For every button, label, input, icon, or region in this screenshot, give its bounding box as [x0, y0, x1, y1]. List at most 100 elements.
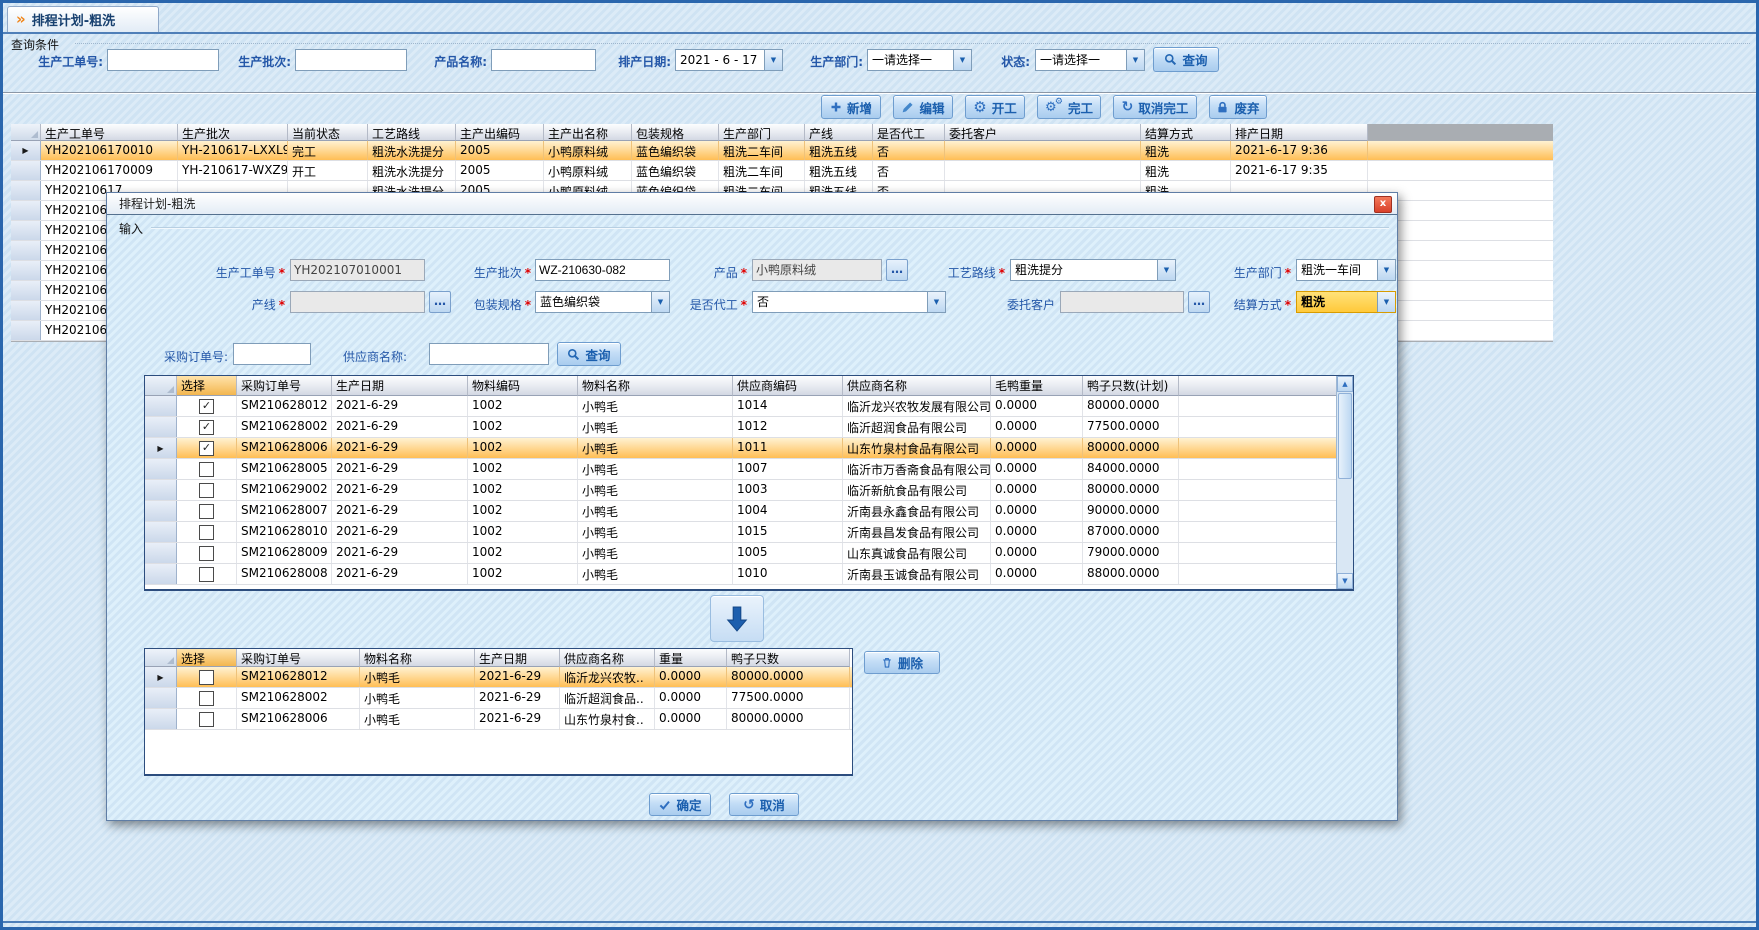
row-selector[interactable]: [11, 221, 41, 240]
column-header[interactable]: 结算方式: [1141, 124, 1231, 141]
tab-scheduling-plan[interactable]: » 排程计划-粗洗: [7, 6, 159, 32]
schedule-date-combo[interactable]: 2021 - 6 - 17 ▼: [675, 49, 783, 71]
edit-button[interactable]: 编辑: [893, 95, 953, 119]
column-header[interactable]: 生产批次: [178, 124, 288, 141]
row-selector[interactable]: [11, 321, 41, 340]
row-checkbox[interactable]: [199, 670, 214, 685]
dept-filter-combo[interactable]: 一请选择一 ▼: [867, 49, 972, 71]
row-selector[interactable]: [145, 459, 177, 479]
column-header[interactable]: 选择: [177, 649, 237, 667]
dialog-titlebar[interactable]: 排程计划-粗洗: [107, 193, 1397, 215]
dialog-query-button[interactable]: 查询: [557, 342, 621, 366]
column-header[interactable]: 采购订单号: [237, 376, 332, 396]
column-header[interactable]: 鸭子只数: [727, 649, 850, 667]
row-checkbox[interactable]: [199, 567, 214, 582]
row-selector[interactable]: [11, 201, 41, 220]
discard-button[interactable]: 废弃: [1209, 95, 1267, 119]
close-icon[interactable]: x: [1374, 196, 1392, 213]
row-checkbox[interactable]: [199, 525, 214, 540]
column-header[interactable]: 主产出编码: [456, 124, 544, 141]
column-header[interactable]: 排产日期: [1231, 124, 1368, 141]
select-all-corner[interactable]: [11, 124, 41, 141]
query-button[interactable]: 查询: [1153, 47, 1219, 72]
row-selector[interactable]: ▶: [145, 438, 177, 458]
row-selector[interactable]: [11, 181, 41, 200]
table-row[interactable]: SM2106280102021-6-291002小鸭毛1015沂南县昌发食品有限…: [145, 522, 1336, 543]
table-row[interactable]: ✓SM2106280122021-6-291002小鸭毛1014临沂龙兴农牧发展…: [145, 396, 1336, 417]
table-row[interactable]: ▶✓SM2106280062021-6-291002小鸭毛1011山东竹泉村食品…: [145, 438, 1336, 459]
row-checkbox[interactable]: [199, 483, 214, 498]
row-selector[interactable]: [11, 301, 41, 320]
dlg-route-combo[interactable]: 粗洗提分 ▼: [1010, 259, 1176, 281]
column-header[interactable]: 选择: [177, 376, 237, 396]
chevron-down-icon[interactable]: ▼: [1377, 260, 1395, 280]
column-header[interactable]: 生产日期: [332, 376, 468, 396]
dlg-batch-input[interactable]: [535, 259, 670, 281]
select-all-corner[interactable]: [145, 649, 177, 667]
batch-input[interactable]: [295, 49, 407, 71]
column-header[interactable]: 采购订单号: [237, 649, 360, 667]
row-checkbox[interactable]: [199, 462, 214, 477]
column-header[interactable]: 当前状态: [288, 124, 368, 141]
cancel-button[interactable]: ↺ 取消: [729, 793, 799, 816]
row-selector[interactable]: [145, 564, 177, 584]
product-name-input[interactable]: [491, 49, 596, 71]
scroll-up-icon[interactable]: ▲: [1337, 376, 1353, 392]
dlg-package-combo[interactable]: 蓝色编织袋 ▼: [535, 291, 670, 313]
column-header[interactable]: 供应商编码: [733, 376, 843, 396]
row-checkbox[interactable]: [199, 712, 214, 727]
column-header[interactable]: 工艺路线: [368, 124, 456, 141]
dlg-dept-combo[interactable]: 粗洗一车间 ▼: [1296, 259, 1396, 281]
row-selector[interactable]: [145, 480, 177, 500]
chevron-down-icon[interactable]: ▼: [927, 292, 945, 312]
column-header[interactable]: 生产工单号: [41, 124, 178, 141]
table-row[interactable]: SM2106280052021-6-291002小鸭毛1007临沂市万香斋食品有…: [145, 459, 1336, 480]
order-no-input[interactable]: [107, 49, 219, 71]
row-selector[interactable]: [145, 709, 177, 729]
column-header[interactable]: 是否代工: [873, 124, 945, 141]
po-search-input[interactable]: [233, 343, 311, 365]
table-row[interactable]: SM2106280082021-6-291002小鸭毛1010沂南县玉诚食品有限…: [145, 564, 1336, 585]
row-selector[interactable]: [145, 688, 177, 708]
row-selector[interactable]: [145, 417, 177, 437]
chevron-down-icon[interactable]: ▼: [1126, 50, 1144, 70]
row-selector[interactable]: [145, 501, 177, 521]
table-row[interactable]: ▶SM210628012小鸭毛2021-6-29临沂龙兴农牧..0.000080…: [145, 667, 852, 688]
row-checkbox[interactable]: ✓: [199, 420, 214, 435]
column-header[interactable]: 主产出名称: [544, 124, 632, 141]
cancel-finish-button[interactable]: ↻ 取消完工: [1113, 95, 1197, 119]
row-selector[interactable]: [145, 396, 177, 416]
column-header[interactable]: 重量: [655, 649, 727, 667]
move-down-button[interactable]: [710, 595, 764, 642]
column-header[interactable]: 物料编码: [468, 376, 578, 396]
column-header[interactable]: 毛鸭重量: [991, 376, 1083, 396]
status-filter-combo[interactable]: 一请选择一 ▼: [1035, 49, 1145, 71]
table-row[interactable]: SM2106280092021-6-291002小鸭毛1005山东真诚食品有限公…: [145, 543, 1336, 564]
add-button[interactable]: 新增: [821, 95, 881, 119]
row-checkbox[interactable]: ✓: [199, 399, 214, 414]
chevron-down-icon[interactable]: ▼: [1157, 260, 1175, 280]
product-picker-button[interactable]: …: [886, 259, 908, 281]
ok-button[interactable]: 确定: [649, 793, 711, 816]
row-selector[interactable]: ▶: [11, 141, 41, 160]
column-header[interactable]: 供应商名称: [560, 649, 655, 667]
row-selector[interactable]: [11, 161, 41, 180]
table-row[interactable]: SM2106280072021-6-291002小鸭毛1004沂南县永鑫食品有限…: [145, 501, 1336, 522]
chevron-down-icon[interactable]: ▼: [1377, 292, 1395, 312]
row-selector[interactable]: [11, 281, 41, 300]
row-selector[interactable]: [145, 543, 177, 563]
table-row[interactable]: SM210628002小鸭毛2021-6-29临沂超润食品..0.0000775…: [145, 688, 852, 709]
row-checkbox[interactable]: [199, 504, 214, 519]
start-work-button[interactable]: ⚙ 开工: [965, 95, 1025, 119]
row-selector[interactable]: [145, 522, 177, 542]
vertical-scrollbar[interactable]: ▲ ▼: [1336, 376, 1353, 589]
select-all-corner[interactable]: [145, 376, 177, 396]
row-checkbox[interactable]: [199, 546, 214, 561]
supplier-search-input[interactable]: [429, 343, 549, 365]
column-header[interactable]: 委托客户: [945, 124, 1141, 141]
row-checkbox[interactable]: [199, 691, 214, 706]
table-row[interactable]: SM2106290022021-6-291002小鸭毛1003临沂新航食品有限公…: [145, 480, 1336, 501]
chevron-down-icon[interactable]: ▼: [764, 50, 782, 70]
column-header[interactable]: 供应商名称: [843, 376, 991, 396]
table-row[interactable]: ✓SM2106280022021-6-291002小鸭毛1012临沂超润食品有限…: [145, 417, 1336, 438]
